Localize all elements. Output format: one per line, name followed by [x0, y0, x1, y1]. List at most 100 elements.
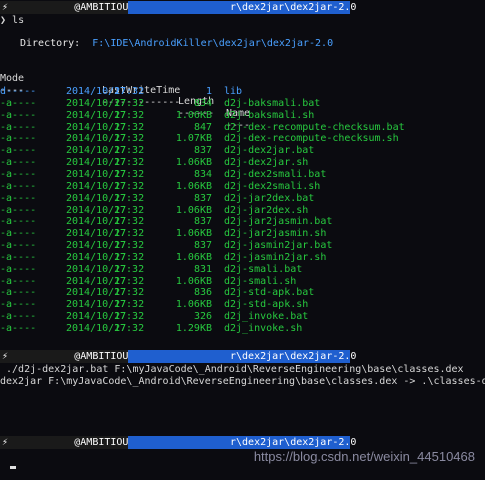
cell-length: 834: [193, 97, 212, 109]
cell-name: d2j-jar2jasmin.bat: [224, 216, 333, 228]
cell-length: 1.06KB: [175, 228, 212, 240]
lightning-icon: ⚡: [2, 351, 9, 362]
cell-mode: -a----: [0, 240, 37, 252]
cell-length: 1.07KB: [175, 133, 212, 145]
prompt-path: r\dex2jar\dex2jar-2.0: [230, 2, 357, 13]
prompt-path-segment: r\dex2jar\dex2jar-2.0: [128, 350, 356, 363]
cell-mode: -a----: [0, 157, 37, 169]
cell-time: 17:32: [114, 263, 145, 275]
directory-line: Directory: F:\IDE\AndroidKiller\dex2jar\…: [20, 38, 333, 49]
cell-time: 17:32: [114, 157, 145, 169]
command-text: ls: [12, 15, 25, 26]
cell-time: 17:32: [114, 86, 145, 97]
table-row: -a---- 2014/10/27 17:32 847 d2j-dex-recomput…: [0, 122, 485, 134]
cell-name: d2j-dex2smali.sh: [224, 180, 321, 192]
command-line-1: ❯ ls: [0, 15, 24, 26]
cell-name: d2j-dex2jar.bat: [224, 145, 315, 157]
cell-length: 847: [193, 121, 212, 133]
cell-mode: -a----: [0, 180, 37, 192]
cell-length: 1.06KB: [175, 157, 212, 169]
lightning-icon: ⚡: [2, 437, 9, 448]
cell-time: 17:32: [114, 133, 145, 145]
cell-name: d2j-dex-recompute-checksum.sh: [224, 133, 399, 145]
directory-path: F:\IDE\AndroidKiller\dex2jar\dex2jar-2.0: [92, 38, 334, 49]
cell-mode: -a----: [0, 204, 37, 216]
table-row: -a---- 2014/10/27 17:32 837 d2j-jar2jasmin.b…: [0, 216, 485, 228]
table-row: -a---- 2014/10/27 17:32 1.06KB d2j-smali.sh: [0, 276, 485, 288]
command-output: dex2jar F:\myJavaCode\_Android\ReverseEn…: [0, 376, 485, 387]
command-line-2: ./d2j-dex2jar.bat F:\myJavaCode\_Android…: [0, 364, 464, 375]
cell-name: d2j-std-apk.sh: [224, 299, 309, 311]
prompt-line: ⚡ @AMBITIOUSNESS r\dex2jar\dex2jar-2.0: [0, 436, 485, 449]
cell-time: 17:32: [114, 168, 145, 180]
cell-mode: -a----: [0, 168, 37, 180]
cell-name: d2j-jar2dex.bat: [224, 192, 315, 204]
table-row: -a---- 2014/10/27 17:32 1.07KB d2j-dex-recom…: [0, 133, 485, 145]
table-row: -a---- 2014/10/27 17:32 1.29KB d2j_invoke.sh: [0, 323, 485, 335]
table-row: -a---- 2014/10/27 17:32 834 d2j-baksmali.bat: [0, 98, 485, 110]
cell-length: 1.06KB: [175, 204, 212, 216]
prompt-line: ⚡ @AMBITIOUSNESS r\dex2jar\dex2jar-2.0: [0, 1, 485, 14]
cell-mode: -a----: [0, 311, 37, 323]
cell-length: 836: [193, 287, 212, 299]
cell-length: 837: [193, 216, 212, 228]
cell-length: 834: [193, 168, 212, 180]
cell-length: 1: [205, 86, 212, 97]
cell-time: 17:32: [114, 275, 145, 287]
prompt-path-segment: r\dex2jar\dex2jar-2.0: [128, 1, 356, 14]
cell-name: d2j-smali.bat: [224, 263, 303, 275]
cell-time: 17:32: [114, 299, 145, 311]
terminal-cursor[interactable]: [10, 466, 16, 469]
cell-mode: -a----: [0, 299, 37, 311]
cell-name: d2j-dex-recompute-checksum.bat: [224, 121, 405, 133]
cell-mode: -a----: [0, 109, 37, 121]
prompt-path-segment: r\dex2jar\dex2jar-2.0: [128, 436, 356, 449]
cell-name: d2j-dex2jar.sh: [224, 157, 309, 169]
cell-length: 326: [193, 311, 212, 323]
cell-time: 17:32: [114, 311, 145, 323]
cell-mode: -a----: [0, 263, 37, 275]
cell-time: 17:32: [114, 180, 145, 192]
cell-mode: -a----: [0, 145, 37, 157]
cell-length: 1.06KB: [175, 275, 212, 287]
table-row: -a---- 2014/10/27 17:32 1.06KB d2j-dex2jar.s…: [0, 157, 485, 169]
terminal-window[interactable]: ⚡ @AMBITIOUSNESS r\dex2jar\dex2jar-2.0 ❯…: [0, 0, 485, 480]
cell-name: d2j-std-apk.bat: [224, 287, 315, 299]
cell-time: 17:32: [114, 121, 145, 133]
cell-name: d2j-smali.sh: [224, 275, 297, 287]
table-header-underline: ---- ------------- ------ ----: [0, 74, 485, 130]
cell-time: 17:32: [114, 228, 145, 240]
table-row: -a---- 2014/10/27 17:32 1.06KB d2j-std-apk.s…: [0, 299, 485, 311]
cell-mode: -a----: [0, 287, 37, 299]
cell-length: 837: [193, 192, 212, 204]
cell-mode: -a----: [0, 251, 37, 263]
table-row: -a---- 2014/10/27 17:32 836 d2j-std-apk.bat: [0, 287, 485, 299]
prompt-path: r\dex2jar\dex2jar-2.0: [230, 437, 357, 448]
table-row: -a---- 2014/10/27 17:32 831 d2j-smali.bat: [0, 264, 485, 276]
directory-label: Directory:: [20, 38, 81, 49]
watermark: https://blog.csdn.net/weixin_44510468: [253, 449, 475, 464]
lightning-icon: ⚡: [2, 2, 9, 13]
cell-mode: -a----: [0, 133, 37, 145]
cell-name: d2j-dex2smali.bat: [224, 168, 327, 180]
prompt-caret-icon: ❯: [0, 15, 13, 26]
table-header: Mode LastWriteTime Length Name: [0, 62, 485, 118]
table-row: -a---- 2014/10/27 17:32 1.06KB d2j-dex2smali…: [0, 181, 485, 193]
cell-name: d2j_invoke.sh: [224, 323, 303, 334]
cell-length: 837: [193, 240, 212, 252]
cell-name: d2j-baksmali.bat: [224, 97, 321, 109]
table-row: -a---- 2014/10/27 17:32 1.06KB d2j-jar2dex.s…: [0, 205, 485, 217]
table-row: -a---- 2014/10/27 17:32 837 d2j-jasmin2jar.b…: [0, 240, 485, 252]
cell-length: 1.06KB: [175, 251, 212, 263]
table-row: d----- 2014/10/27 17:32 1 lib: [0, 86, 485, 98]
cell-name: d2j-jar2jasmin.sh: [224, 228, 327, 240]
cell-length: 837: [193, 145, 212, 157]
table-row: -a---- 2014/10/27 17:32 1.06KB d2j-jar2jasmi…: [0, 228, 485, 240]
cell-name: d2j-baksmali.sh: [224, 109, 315, 121]
cell-time: 17:32: [114, 240, 145, 252]
command-text: ./d2j-dex2jar.bat F:\myJavaCode\_Android…: [0, 364, 464, 375]
cell-time: 17:32: [114, 251, 145, 263]
cell-time: 17:32: [114, 145, 145, 157]
cell-time: 17:32: [114, 216, 145, 228]
cell-name: d2j-jasmin2jar.sh: [224, 251, 327, 263]
